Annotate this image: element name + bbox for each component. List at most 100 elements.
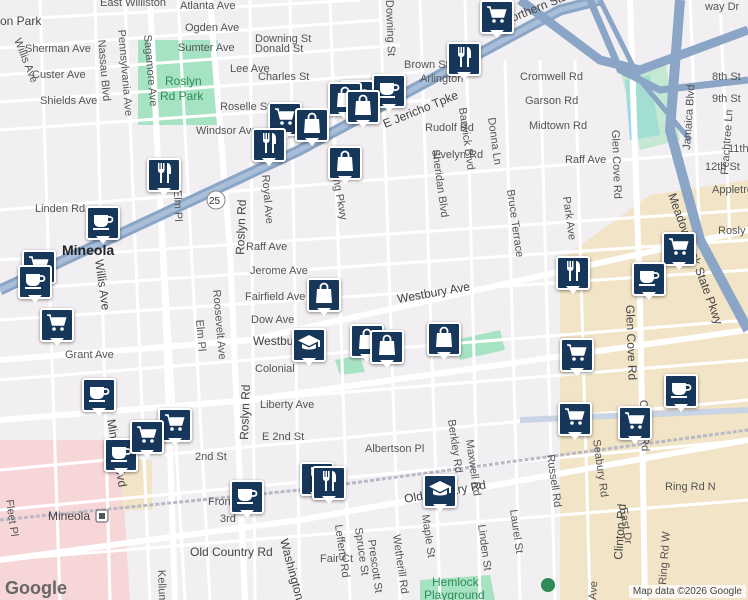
restaurant-marker[interactable] [147,158,181,198]
road-label-raff-ave-west: Raff Ave [246,241,287,253]
park-label-roslyn-1: Roslyn [165,74,202,88]
school-icon [428,477,452,506]
route-25-shield: 25 [206,190,226,210]
road-label-kellum: Kellum [155,570,168,600]
road-label-2nd-st: 2nd St [195,451,227,463]
school-icon [297,331,321,360]
road-label-fairfield-ave: Fairfield Ave [245,291,305,303]
shopping-bag-marker[interactable] [295,108,329,148]
shopping-bag-icon [351,93,375,122]
road-label-brown-st: Brown St [404,59,449,71]
road-label-glen-cove-rd-south: Glen Cove Rd [623,305,640,381]
google-logo: Google [5,578,67,598]
grocery-cart-marker[interactable] [560,338,594,378]
road-label-e-2nd-st: E 2nd St [262,431,304,443]
restaurant-marker[interactable] [312,466,346,506]
cafe-marker[interactable] [632,262,666,302]
road-label-roslyn-rd-south: Roslyn Rd [237,384,253,440]
restaurant-icon [257,131,281,160]
restaurant-icon [152,161,176,190]
school-marker[interactable] [423,474,457,514]
grocery-cart-marker[interactable] [558,402,592,442]
shopping-bag-icon [333,149,357,178]
cafe-icon [637,265,661,294]
road-label-dow-ave: Dow Ave [251,314,294,326]
place-label-mineola-station: Mineola [48,509,90,523]
cafe-marker[interactable] [86,206,120,246]
road-label-glen-cove-rd-north: Glen Cove Rd [609,130,623,199]
cafe-icon [91,209,115,238]
road-label-colonial: Colonial [255,363,295,375]
park-label-hemlock-1: Hemlock [432,575,480,589]
shopping-bag-icon [375,333,399,362]
road-label-donald-st: Donald St [255,43,303,55]
road-label-windsor-ave: Windsor Ave [196,125,258,137]
grocery-cart-marker[interactable] [480,0,514,40]
road-label-garson-rd: Garson Rd [525,95,578,107]
grocery-cart-marker[interactable] [40,308,74,348]
place-label-partial: on Park [0,14,42,28]
road-label-ogden-ave: Ogden Ave [185,22,239,34]
cafe-icon [235,483,259,512]
road-label-grant-ave: Grant Ave [65,349,114,361]
grocery-cart-marker[interactable] [662,232,696,272]
park-label-roslyn-2: Rd Park [160,89,204,103]
grocery-cart-icon [563,405,587,434]
road-label-ave-partial: Ave [587,581,600,600]
road-label-jerome-ave: Jerome Ave [250,265,308,277]
shopping-bag-marker[interactable] [370,330,404,370]
road-label-way-dr: way Dr [704,1,740,13]
grocery-cart-icon [135,423,159,452]
restaurant-marker[interactable] [252,128,286,168]
road-label-roslyn-partial: Rosly [718,225,746,237]
park-poi-icon[interactable] [541,578,555,592]
shopping-bag-marker[interactable] [307,278,341,318]
svg-text:25: 25 [209,196,221,207]
grocery-cart-icon [623,409,647,438]
road-label-liberty: Liberty Ave [260,399,314,411]
grocery-cart-icon [163,411,187,440]
road-label-albertson-pl: Albertson Pl [365,443,424,455]
cafe-icon [23,268,47,297]
road-label-hidden-1: Downing St [383,0,397,56]
place-label-east-williston: East Williston [100,0,166,9]
road-label-shields-ave: Shields Ave [40,95,97,107]
shopping-bag-icon [312,281,336,310]
cafe-marker[interactable] [82,378,116,418]
road-label-cromwell-rd: Cromwell Rd [520,71,583,83]
cafe-icon [377,77,401,106]
train-station-icon[interactable] [95,509,109,523]
grocery-cart-marker[interactable] [618,406,652,446]
shopping-bag-marker[interactable] [346,90,380,130]
road-label-linden-rd: Linden Rd [35,203,85,215]
road-label-roslyn-rd-north: Roslyn Rd [233,199,249,255]
road-label-sherman-ave: Sherman Ave [25,43,91,55]
map-attribution[interactable]: Map data ©2026 Google [628,585,746,598]
shopping-bag-marker[interactable] [427,322,461,362]
cafe-marker[interactable] [18,265,52,305]
cafe-icon [87,381,111,410]
road-label-sumter-ave: Sumter Ave [178,42,235,54]
road-label-charles-st: Charles St [258,71,309,83]
restaurant-marker[interactable] [556,256,590,296]
road-label-ring-rd: Ring Rd N [665,481,716,493]
shopping-bag-marker[interactable] [328,146,362,186]
road-label-9th-st: 9th St [712,93,741,105]
grocery-cart-icon [565,341,589,370]
school-marker[interactable] [292,328,326,368]
grocery-cart-icon [667,235,691,264]
road-label-midtown-rd: Midtown Rd [529,120,587,132]
restaurant-icon [561,259,585,288]
grocery-cart-marker[interactable] [130,420,164,460]
park-label-hemlock-2: Playground [424,588,485,600]
road-label-atlanta-ave: Atlanta Ave [180,0,235,12]
restaurant-icon [452,45,476,74]
shopping-bag-icon [432,325,456,354]
road-label-old-country-rd-west: Old Country Rd [190,545,273,559]
cafe-icon [669,377,693,406]
cafe-marker[interactable] [664,374,698,414]
restaurant-marker[interactable] [447,42,481,82]
grocery-cart-icon [485,3,509,32]
cafe-marker[interactable] [230,480,264,520]
road-label-raff-ave-east: Raff Ave [565,154,606,166]
